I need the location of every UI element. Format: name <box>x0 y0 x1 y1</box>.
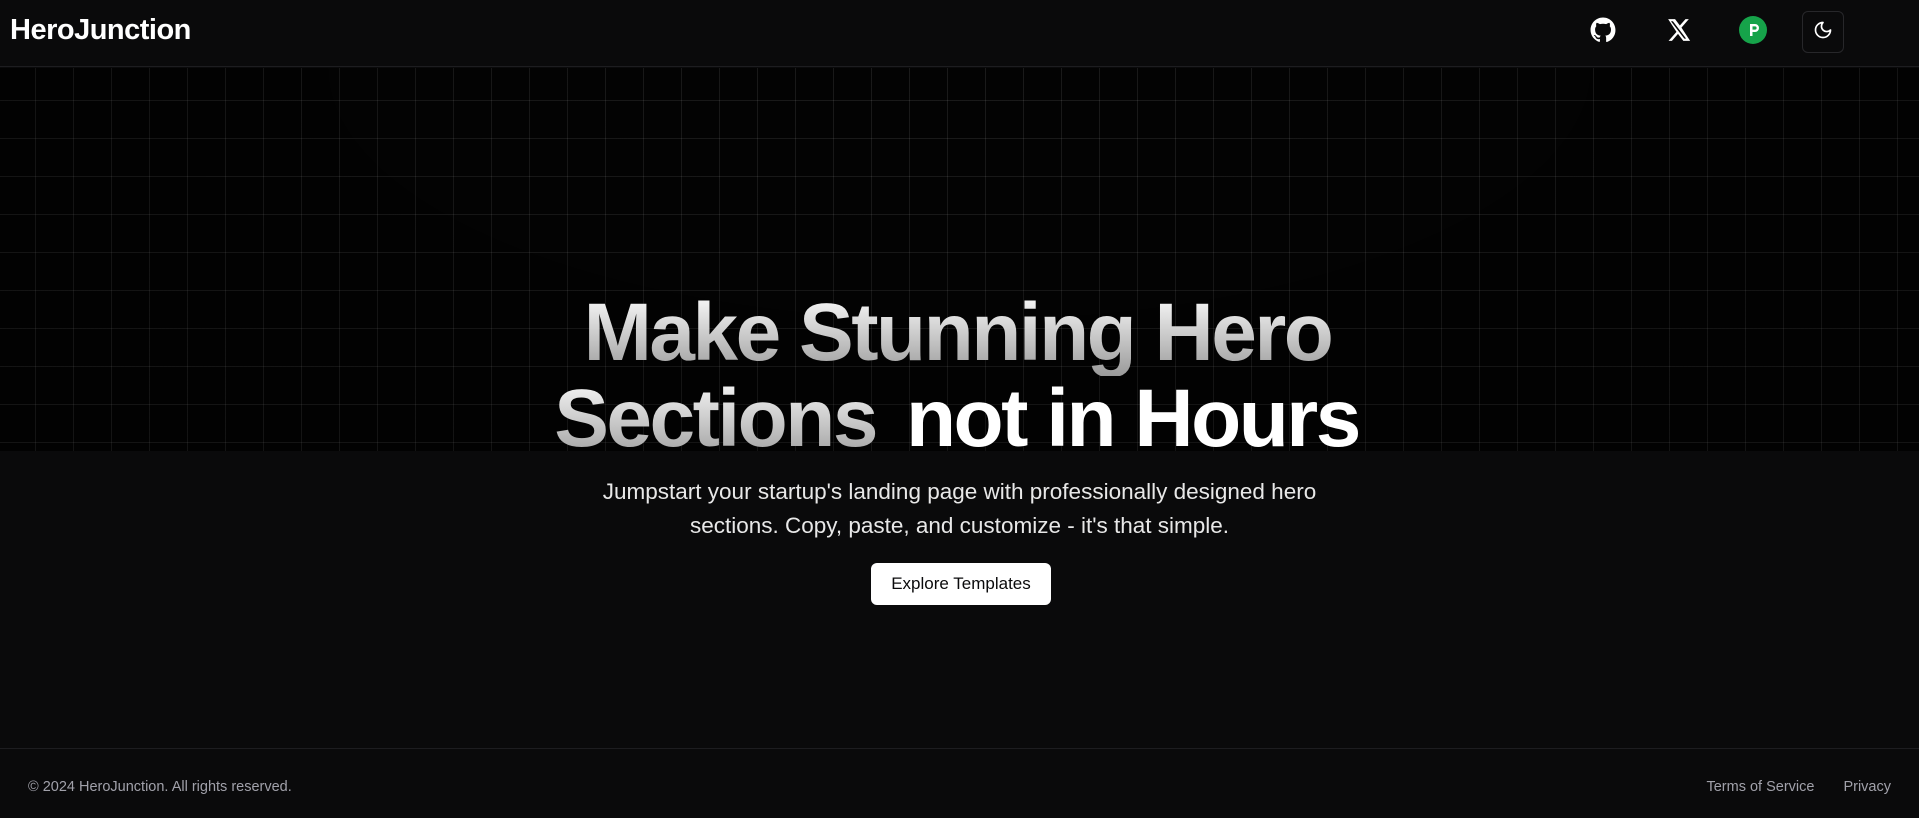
site-header: HeroJunction <box>0 0 1919 67</box>
privacy-link[interactable]: Privacy <box>1843 779 1891 795</box>
headline-gradient-word: Sections <box>554 373 878 464</box>
site-footer: © 2024 HeroJunction. All rights reserved… <box>0 748 1919 818</box>
hero-subtitle: Jumpstart your startup's landing page wi… <box>602 479 1317 538</box>
copyright-text: © 2024 HeroJunction. All rights reserved… <box>28 779 292 795</box>
github-link[interactable] <box>1582 11 1624 53</box>
x-twitter-icon <box>1665 17 1691 48</box>
moon-icon <box>1813 20 1833 45</box>
theme-toggle-button[interactable] <box>1802 11 1844 53</box>
hero-headline: Make Stunning Hero Sections not in Hours <box>0 290 1919 462</box>
producthunt-icon <box>1739 15 1767 49</box>
headline-line-1: Make Stunning Hero <box>0 290 1919 376</box>
x-twitter-link[interactable] <box>1657 11 1699 53</box>
header-nav <box>1549 11 1844 53</box>
github-icon <box>1590 17 1616 48</box>
headline-emphasis: not in Hours <box>905 373 1361 464</box>
brand-logo[interactable]: HeroJunction <box>10 14 191 47</box>
headline-line-2: Sections not in Hours <box>0 376 1919 462</box>
terms-of-service-link[interactable]: Terms of Service <box>1706 779 1814 795</box>
producthunt-link[interactable] <box>1732 11 1774 53</box>
hero-section: Make Stunning Hero Sections not in Hours … <box>0 290 1919 605</box>
footer-links: Terms of Service Privacy <box>1677 779 1891 795</box>
explore-templates-button[interactable]: Explore Templates <box>871 563 1051 605</box>
